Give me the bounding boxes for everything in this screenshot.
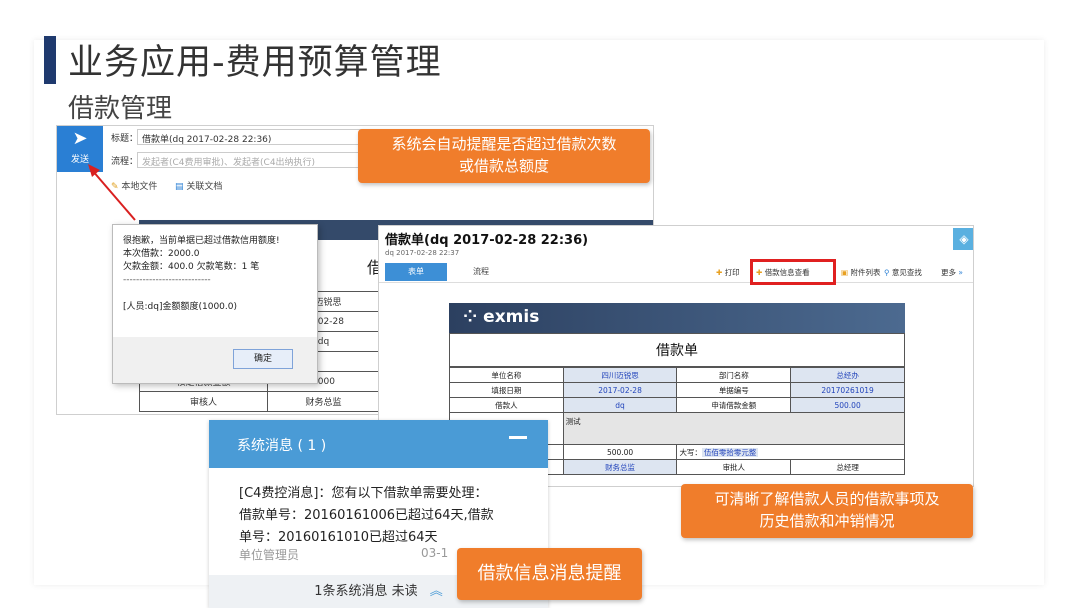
more-label: 更多 (941, 268, 956, 277)
tab-form[interactable]: 表单 (385, 263, 447, 281)
message-line: [C4费控消息]：您有以下借款单需要处理： (239, 486, 488, 501)
chevron-up-icon[interactable]: ︽ (430, 584, 443, 599)
flow-input[interactable]: 发起者(C4费用审批)、发起者(C4出纳执行) (137, 152, 362, 168)
table-row: 借款人 dq 申请借款金额 500.00 (449, 397, 905, 413)
document-icon: ▤ (175, 182, 184, 192)
alert-line: 本次借款：2000.0 (123, 249, 200, 259)
sheet-title: 借款单 (449, 333, 905, 367)
message-sender: 单位管理员 (239, 548, 300, 562)
red-arrow (88, 164, 136, 221)
attachments-label: 附件列表 (850, 268, 881, 277)
print-button[interactable]: ✚ 打印 (716, 267, 740, 278)
logo-band: ⁘ exmis (449, 303, 905, 333)
credit-limit-alert-dialog: 很抱歉，当前单据已超过借款信用额度! 本次借款：2000.0 欠款金额：400.… (112, 224, 318, 384)
table-row: 审核人 财务总监 (139, 391, 380, 412)
logo-text: exmis (483, 307, 540, 327)
attachment-icon: ▣ (841, 268, 849, 277)
alert-divider: --------------------------- (123, 275, 211, 285)
logo-dots-icon: ⁘ (463, 307, 478, 327)
page-title: 业务应用-费用预算管理 (68, 43, 442, 83)
related-doc-label: 关联文档 (186, 182, 223, 192)
print-label: 打印 (724, 268, 740, 277)
alert-line: [人员:dq]金额额度(1000.0) (123, 302, 237, 312)
message-line: 借款单号：20160161006已超过64天,借款 (239, 508, 494, 523)
toolbar-divider (379, 282, 973, 283)
attachments-button[interactable]: ▣ 附件列表 (841, 267, 880, 278)
form-window-subtitle: dq 2017-02-28 22:37 (385, 249, 460, 257)
loan-info-highlight (750, 259, 836, 285)
opinion-label: 意见查找 (891, 268, 922, 277)
tab-flow[interactable]: 流程 (451, 263, 511, 281)
message-line: 单号：20160161010已超过64天 (239, 530, 438, 545)
unread-count: 1条系统消息 未读 (314, 584, 418, 599)
more-button[interactable]: 更多 » (941, 267, 963, 278)
subject-label: 标题： (111, 134, 139, 144)
exmis-logo: ⁘ exmis (463, 307, 539, 327)
page-subtitle: 借款管理 (68, 94, 173, 124)
callout-msg-remind: 借款信息消息提醒 (457, 548, 642, 600)
table-row: 单位名称 四川迈锐思 部门名称 总经办 (449, 367, 905, 383)
dialog-footer: 确定 (113, 337, 317, 383)
chevron-down-icon: » (958, 268, 963, 277)
form-window-title: 借款单(dq 2017-02-28 22:36) (385, 233, 589, 248)
alert-line: 欠款金额：400.0 欠款笔数：1 笔 (123, 262, 260, 272)
message-header: 系统消息 ( 1 ) (209, 420, 548, 468)
related-doc-button[interactable]: ▤ 关联文档 (175, 179, 222, 192)
alert-line: 很抱歉，当前单据已超过借款信用额度! (123, 236, 280, 246)
table-row: 填报日期 2017-02-28 单据编号 20170261019 (449, 382, 905, 398)
note-field[interactable]: 测试 (562, 412, 906, 445)
callout-clear-view: 可清晰了解借款人员的借款事项及 历史借款和冲销情况 (681, 484, 973, 538)
subject-input[interactable]: 借款单(dq 2017-02-28 22:36) (137, 129, 362, 145)
callout-auto-remind: 系统会自动提醒是否超过借款次数 或借款总额度 (358, 129, 650, 183)
minimize-icon[interactable] (509, 436, 527, 439)
title-accent-bar (44, 36, 56, 84)
ok-button[interactable]: 确定 (233, 349, 293, 369)
print-icon: ✚ (716, 268, 723, 277)
opinion-search-button[interactable]: ⚲ 意见查找 (884, 267, 922, 278)
paper-plane-icon: ➤ (72, 128, 88, 149)
search-icon: ⚲ (884, 268, 890, 277)
message-date: 03-1 (421, 546, 449, 560)
cube-icon[interactable]: ◈ (953, 228, 973, 250)
